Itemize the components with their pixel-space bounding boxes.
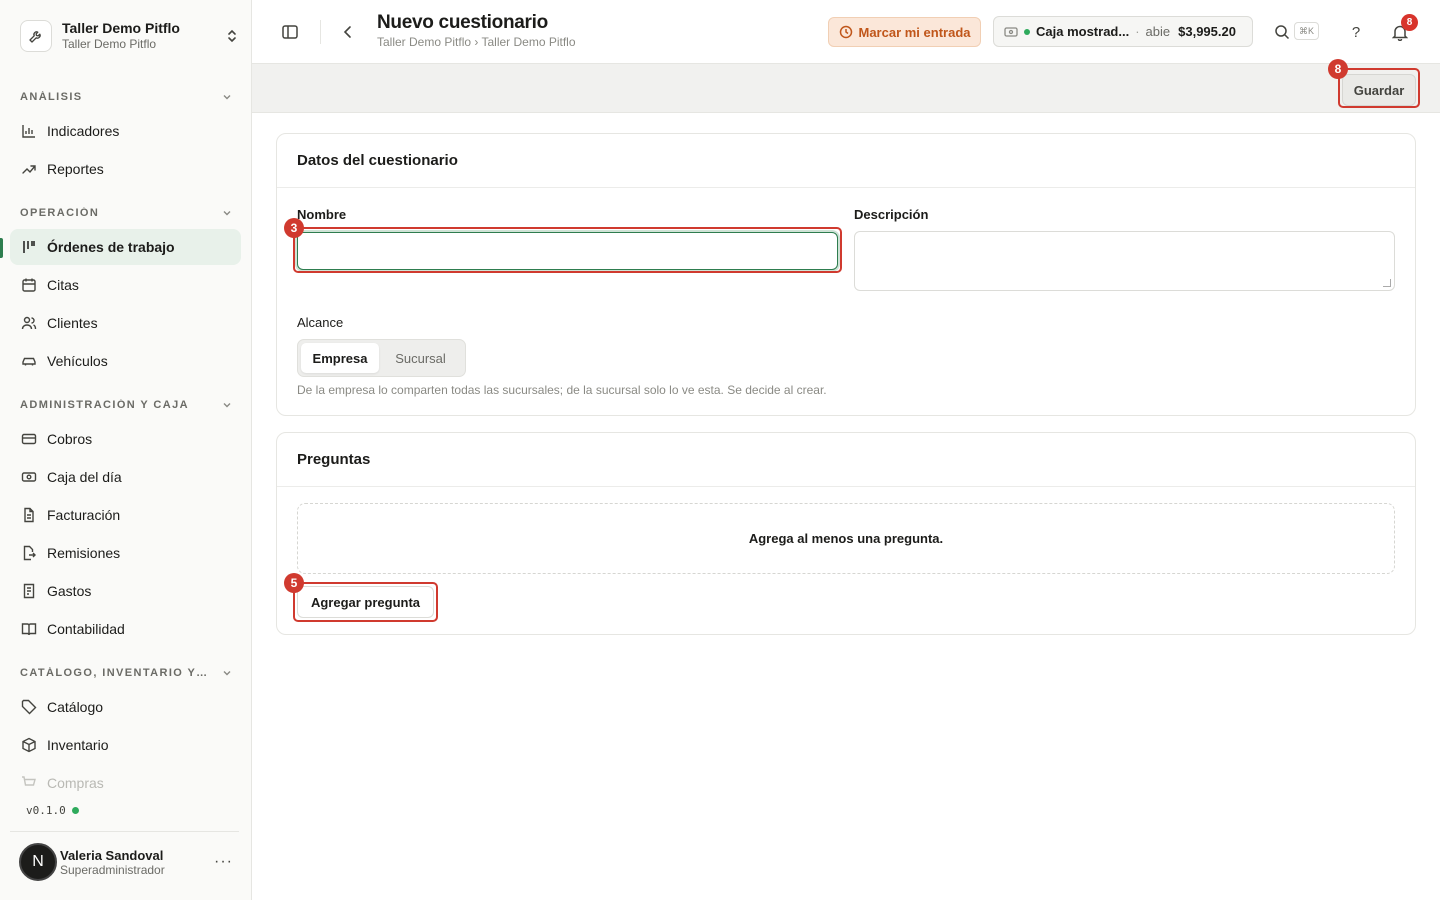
wrench-icon [20,20,52,52]
receipt-icon [20,583,37,600]
scope-label: Alcance [297,315,344,330]
marker-box [293,582,438,622]
trend-icon [20,161,37,178]
kanban-icon [20,239,37,256]
scope-help-text: De la empresa lo comparten todas las suc… [297,383,827,397]
app-version: v0.1.0 [26,804,79,817]
sidebar-item-indicadores[interactable]: Indicadores [10,113,241,149]
users-icon [20,315,37,332]
status-dot [71,807,79,814]
card-title: Preguntas [277,433,1415,487]
sidebar: Taller Demo Pitflo Taller Demo Pitflo AN… [0,0,252,900]
register-status: abie [1145,24,1171,39]
section-operacion[interactable]: OPERACIÓN [20,203,232,223]
chevron-down-icon [223,211,231,216]
resize-handle-icon[interactable] [1383,279,1391,287]
empty-state: Agrega al menos una pregunta. [297,503,1395,574]
description-field[interactable] [854,231,1395,291]
sidebar-item-compras[interactable]: Compras [10,765,241,801]
action-bar: Guardar [252,64,1440,113]
divider [10,831,239,832]
marker-badge: 8 [1328,59,1348,79]
workspace-name: Taller Demo Pitflo [62,20,180,36]
user-role: Superadministrador [60,862,165,877]
sidebar-item-reportes[interactable]: Reportes [10,151,241,187]
sidebar-item-ordenes[interactable]: Órdenes de trabajo [10,229,241,265]
active-indicator [0,238,3,258]
sidebar-item-remisiones[interactable]: Remisiones [10,535,241,571]
clock-icon [839,25,853,39]
cash-icon [1004,26,1018,38]
sidebar-item-facturacion[interactable]: Facturación [10,497,241,533]
book-icon [20,621,37,638]
avatar: N [19,843,57,881]
questions-card: Preguntas Agrega al menos una pregunta. … [276,432,1416,635]
car-icon [20,353,37,370]
file-export-icon [20,545,37,562]
scope-option-sucursal[interactable]: Sucursal [379,343,462,373]
questionnaire-details-card: Datos del cuestionario Nombre Descripció… [276,133,1416,416]
top-header: Nuevo cuestionario Taller Demo Pitflo › … [252,0,1440,64]
section-catalogo[interactable]: CATÁLOGO, INVENTARIO Y COMPRAS [20,663,232,683]
sidebar-toggle-icon[interactable] [278,20,302,44]
help-icon[interactable]: ? [1346,21,1366,43]
scope-option-empresa[interactable]: Empresa [301,343,380,373]
sidebar-item-gastos[interactable]: Gastos [10,573,241,609]
register-name: Caja mostrad... [1036,24,1130,39]
box-icon [20,737,37,754]
chevron-up-down-icon [222,26,242,46]
status-dot [1024,28,1030,35]
marker-badge: 5 [284,573,304,593]
marker-badge: 3 [284,218,304,238]
file-icon [20,507,37,524]
user-menu[interactable]: N Valeria Sandoval Superadministrador ··… [19,842,241,882]
workspace-switcher[interactable]: Taller Demo Pitflo Taller Demo Pitflo [20,18,242,54]
clock-in-button[interactable]: Marcar mi entrada [828,17,981,47]
credit-card-icon [20,431,37,448]
page-title: Nuevo cuestionario [377,12,548,33]
notification-badge: 8 [1401,14,1418,31]
register-amount: $3,995.20 [1178,24,1236,39]
section-administracion[interactable]: ADMINISTRACIÓN Y CAJA [20,395,232,415]
sidebar-item-caja-del-dia[interactable]: Caja del día [10,459,241,495]
user-name: Valeria Sandoval [60,847,164,863]
card-title: Datos del cuestionario [277,134,1415,188]
sidebar-item-catalogo[interactable]: Catálogo [10,689,241,725]
description-label: Descripción [854,207,929,222]
calendar-icon [20,277,37,294]
bar-chart-icon [20,123,37,140]
cart-icon [20,775,37,792]
back-icon[interactable] [336,20,360,44]
name-label: Nombre [297,207,347,222]
cash-icon [20,469,37,486]
marker-box [1338,68,1420,108]
section-analisis[interactable]: ANÁLISIS [20,87,232,107]
more-icon[interactable]: ··· [214,853,233,871]
scope-segmented-control: Empresa Sucursal [297,339,466,377]
chevron-down-icon [223,403,231,408]
chevron-down-icon [223,671,231,676]
chevron-down-icon [223,95,231,100]
workspace-subtitle: Taller Demo Pitflo [62,37,157,51]
shortcut-hint: ⌘K [1294,22,1319,40]
breadcrumb: Taller Demo Pitflo › Taller Demo Pitflo [377,35,576,49]
tag-icon [20,699,37,716]
sidebar-item-clientes[interactable]: Clientes [10,305,241,341]
search-icon[interactable] [1271,21,1293,43]
divider [320,20,321,44]
sidebar-item-inventario[interactable]: Inventario [10,727,241,763]
sidebar-item-vehiculos[interactable]: Vehículos [10,343,241,379]
sidebar-item-citas[interactable]: Citas [10,267,241,303]
sidebar-item-contabilidad[interactable]: Contabilidad [10,611,241,647]
sidebar-item-cobros[interactable]: Cobros [10,421,241,457]
marker-box [293,227,842,273]
cash-register-selector[interactable]: Caja mostrad... · abie $3,995.20 [993,16,1253,47]
